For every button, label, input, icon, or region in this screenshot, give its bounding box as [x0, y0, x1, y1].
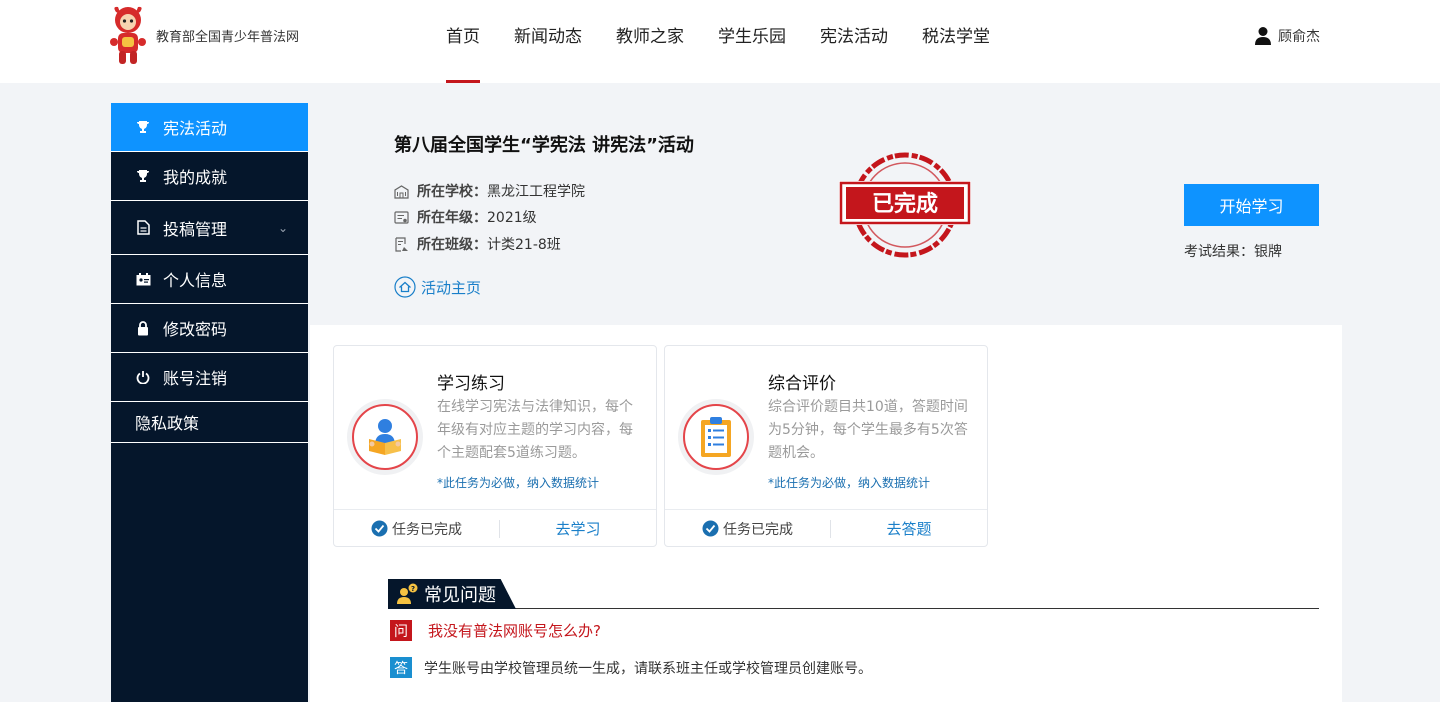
card-title: 学习练习	[437, 374, 505, 394]
main-content: 第八届全国学生“学宪法 讲宪法”活动 所在学校： 黑龙江工程学院 所在年级： 2…	[310, 103, 1342, 702]
nav-students[interactable]: 学生乐园	[701, 0, 803, 83]
sidebar-item-label: 投稿管理	[163, 219, 228, 239]
main-nav: 首页 新闻动态 教师之家 学生乐园 宪法活动 税法学堂	[429, 0, 1007, 83]
activity-home-link[interactable]: 活动主页	[394, 276, 481, 298]
answer-badge: 答	[390, 657, 412, 678]
grade-row: 所在年级： 2021级	[394, 207, 537, 227]
card-description: 综合评价题目共10道，答题时间为5分钟，每个学生最多有5次答题机会。	[768, 399, 968, 461]
card-note: *此任务为必做，纳入数据统计	[437, 476, 600, 490]
sidebar: 宪法活动 我的成就 投稿管理 ⌄ 个人信息 修改密码 账号注销 隐私政策	[111, 103, 308, 702]
go-study-link[interactable]: 去学习	[500, 518, 656, 539]
comprehensive-evaluation-card: 综合评价 综合评价题目共10道，答题时间为5分钟，每个学生最多有5次答题机会。 …	[664, 345, 988, 547]
lock-icon	[135, 320, 151, 336]
sidebar-item-constitution-activity[interactable]: 宪法活动	[111, 103, 308, 152]
study-practice-card: 学习练习 在线学习宪法与法律知识，每个年级有对应主题的学习内容，每个主题配套5道…	[333, 345, 657, 547]
site-logo[interactable]: 教育部全国青少年普法网	[108, 4, 299, 66]
trophy-icon	[135, 119, 151, 135]
sidebar-item-label: 我的成就	[163, 168, 228, 187]
svg-text:?: ?	[411, 585, 415, 593]
sidebar-item-label: 隐私政策	[135, 414, 200, 433]
faq-answer-row: 答 学生账号由学校管理员统一生成，请联系班主任或学校管理员创建账号。	[390, 657, 872, 678]
faq-title: 常见问题	[424, 585, 496, 606]
exam-result: 考试结果：银牌	[1184, 244, 1282, 260]
grade-label: 所在年级：	[417, 210, 487, 226]
task-status: 任务已完成	[665, 519, 831, 538]
faq-people-icon: ?	[397, 583, 418, 604]
card-description: 在线学习宪法与法律知识，每个年级有对应主题的学习内容，每个主题配套5道练习题。	[437, 399, 633, 461]
home-icon	[394, 276, 416, 298]
question-badge: 问	[390, 620, 412, 641]
class-row: 所在班级： 计类21-8班	[394, 234, 561, 254]
faq-header: ? 常见问题	[388, 579, 1319, 609]
faq-question-row: 问 我没有普法网账号怎么办?	[390, 620, 601, 641]
card-footer: 任务已完成 去答题	[665, 509, 987, 547]
document-icon	[135, 220, 151, 236]
sidebar-item-submissions[interactable]: 投稿管理 ⌄	[111, 201, 308, 255]
check-circle-icon	[702, 520, 719, 537]
mascot-logo-icon	[110, 6, 146, 64]
card-icon-circle	[678, 399, 754, 475]
class-label: 所在班级：	[417, 237, 487, 253]
nav-tax-law[interactable]: 税法学堂	[905, 0, 1007, 83]
card-note: *此任务为必做，纳入数据统计	[768, 476, 931, 490]
card-title: 综合评价	[768, 374, 836, 394]
trophy-icon	[135, 168, 151, 184]
sidebar-item-achievements[interactable]: 我的成就	[111, 152, 308, 201]
power-icon	[135, 369, 151, 385]
class-icon	[395, 236, 408, 252]
go-answer-link[interactable]: 去答题	[831, 518, 987, 539]
task-status-label: 任务已完成	[392, 521, 462, 538]
id-card-icon	[135, 271, 151, 287]
completed-stamp: 已完成	[839, 152, 971, 258]
school-icon	[394, 184, 409, 199]
sidebar-item-change-password[interactable]: 修改密码	[111, 304, 308, 353]
school-row: 所在学校： 黑龙江工程学院	[394, 181, 585, 201]
sidebar-item-label: 修改密码	[163, 320, 228, 339]
sidebar-item-delete-account[interactable]: 账号注销	[111, 353, 308, 402]
task-status: 任务已完成	[334, 519, 500, 538]
start-learning-button[interactable]: 开始学习	[1184, 184, 1319, 226]
user-name: 顾俞杰	[1278, 29, 1320, 45]
home-link-label: 活动主页	[421, 278, 482, 297]
card-icon-circle	[347, 399, 423, 475]
school-label: 所在学校：	[417, 184, 487, 200]
faq-tab: ? 常见问题	[388, 579, 516, 609]
card-footer: 任务已完成 去学习	[334, 509, 656, 547]
sidebar-item-personal-info[interactable]: 个人信息	[111, 255, 308, 304]
chevron-down-icon: ⌄	[277, 220, 288, 235]
nav-constitution[interactable]: 宪法活动	[803, 0, 905, 83]
activity-summary: 第八届全国学生“学宪法 讲宪法”活动 所在学校： 黑龙江工程学院 所在年级： 2…	[310, 103, 1342, 325]
sidebar-item-privacy-policy[interactable]: 隐私政策	[111, 402, 308, 443]
task-status-label: 任务已完成	[723, 521, 793, 538]
nav-home[interactable]: 首页	[429, 0, 497, 83]
nav-teachers[interactable]: 教师之家	[599, 0, 701, 83]
sidebar-item-label: 个人信息	[163, 271, 228, 290]
reading-student-icon	[369, 419, 401, 455]
user-icon	[1255, 27, 1271, 45]
check-circle-icon	[371, 520, 388, 537]
grade-icon	[394, 210, 409, 224]
logo-text: 教育部全国青少年普法网	[156, 29, 300, 45]
grade-value: 2021级	[487, 210, 537, 226]
class-value: 计类21-8班	[487, 237, 561, 253]
faq-answer: 学生账号由学校管理员统一生成，请联系班主任或学校管理员创建账号。	[424, 660, 872, 677]
sidebar-item-label: 宪法活动	[163, 119, 228, 138]
clipboard-icon	[701, 417, 731, 457]
activity-title: 第八届全国学生“学宪法 讲宪法”活动	[394, 135, 694, 156]
nav-news[interactable]: 新闻动态	[497, 0, 599, 83]
sidebar-item-label: 账号注销	[163, 369, 228, 388]
faq-question[interactable]: 我没有普法网账号怎么办?	[428, 620, 601, 641]
top-header: 教育部全国青少年普法网 首页 新闻动态 教师之家 学生乐园 宪法活动 税法学堂 …	[0, 0, 1440, 83]
user-menu[interactable]: 顾俞杰	[1254, 26, 1320, 46]
stamp-text: 已完成	[872, 191, 938, 217]
school-value: 黑龙江工程学院	[487, 184, 585, 200]
